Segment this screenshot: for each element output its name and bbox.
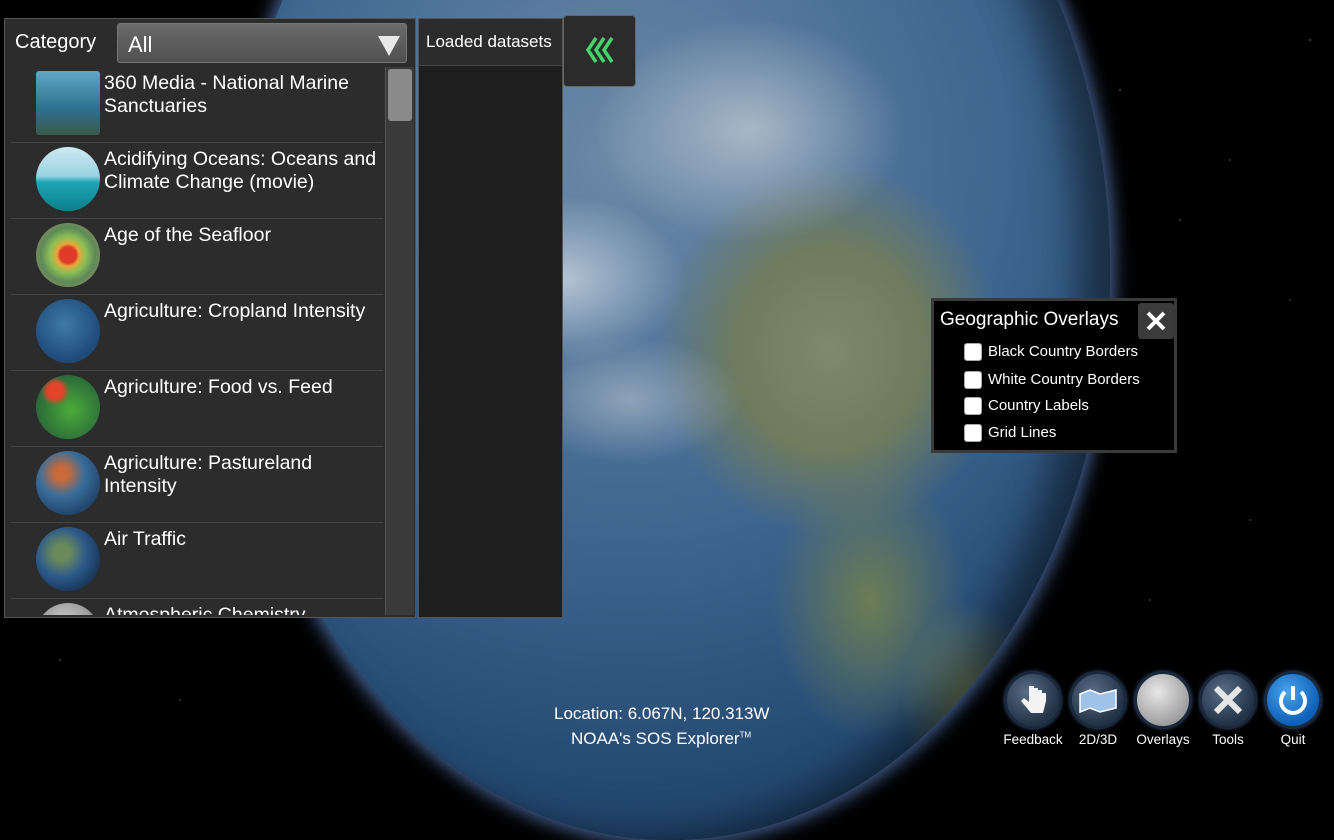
toolbar-label: Feedback — [1003, 732, 1063, 747]
dataset-item[interactable]: 360 Media - National Marine Sanctuaries — [11, 67, 383, 143]
checkbox[interactable] — [964, 397, 982, 415]
seafloor-age-thumbnail — [36, 223, 100, 287]
checkbox[interactable] — [964, 424, 982, 442]
dataset-title: Air Traffic — [104, 528, 186, 550]
overlay-option-label: Black Country Borders — [988, 343, 1139, 360]
dataset-title: Age of the Seafloor — [104, 224, 271, 246]
atmospheric-thumbnail — [36, 603, 100, 615]
loaded-datasets-header: Loaded datasets — [419, 19, 562, 66]
scrollbar-thumb[interactable] — [388, 69, 412, 121]
dataset-list-scrollbar[interactable] — [385, 67, 414, 615]
collapse-panel-button[interactable] — [563, 15, 636, 87]
dataset-title: Atmospheric Chemistry — [104, 604, 306, 615]
overlay-option-label: Country Labels — [988, 397, 1089, 414]
checkbox[interactable] — [964, 371, 982, 389]
food-feed-thumbnail — [36, 375, 100, 439]
dataset-title: 360 Media - National Marine Sanctuaries — [104, 72, 349, 117]
overlays-button[interactable]: Overlays — [1132, 672, 1194, 747]
cropland-thumbnail — [36, 299, 100, 363]
power-icon — [1265, 672, 1321, 728]
toolbar-label: Tools — [1212, 732, 1244, 747]
close-button[interactable] — [1138, 303, 1174, 339]
chevrons-left-icon — [585, 37, 614, 63]
dataset-item[interactable]: Agriculture: Pastureland Intensity — [11, 447, 383, 523]
air-traffic-thumbnail — [36, 527, 100, 591]
category-label: Category — [15, 31, 97, 53]
map-fold-icon — [1070, 672, 1126, 728]
dataset-item[interactable]: Acidifying Oceans: Oceans and Climate Ch… — [11, 143, 383, 219]
loaded-datasets-panel: Loaded datasets — [418, 18, 563, 618]
dataset-item[interactable]: Air Traffic — [11, 523, 383, 599]
geographic-overlays-panel: Geographic Overlays Black Country Border… — [931, 298, 1177, 453]
globe-overlay-icon — [1135, 672, 1191, 728]
ocean-ship-thumbnail — [36, 147, 100, 211]
feedback-button[interactable]: Feedback — [1002, 672, 1064, 747]
close-icon — [1146, 311, 1166, 331]
location-readout: Location: 6.067N, 120.313W — [554, 704, 770, 723]
dataset-title: Acidifying Oceans: Oceans and Climate Ch… — [104, 148, 377, 193]
dataset-title: Agriculture: Pastureland Intensity — [104, 452, 313, 497]
toolbar-label: 2D/3D — [1078, 732, 1118, 747]
dataset-browser-panel: Category All 360 Media - National Marine… — [4, 18, 416, 618]
app-name-text: NOAA's SOS Explorer — [571, 729, 740, 748]
pastureland-thumbnail — [36, 451, 100, 515]
dataset-title: Agriculture: Cropland Intensity — [104, 300, 366, 322]
2d-3d-button[interactable]: 2D/3D — [1067, 672, 1129, 747]
overlays-title: Geographic Overlays — [940, 309, 1119, 330]
overlay-option-label: White Country Borders — [988, 371, 1140, 388]
hand-pointer-icon — [1005, 672, 1061, 728]
dataset-item[interactable]: Age of the Seafloor — [11, 219, 383, 295]
toolbar-label: Quit — [1280, 732, 1306, 747]
trademark-symbol: TM — [739, 730, 752, 740]
tools-button[interactable]: Tools — [1197, 672, 1259, 747]
checkbox[interactable] — [964, 343, 982, 361]
dataset-item[interactable]: Agriculture: Food vs. Feed — [11, 371, 383, 447]
dataset-list[interactable]: 360 Media - National Marine Sanctuaries … — [11, 67, 383, 615]
quit-button[interactable]: Quit — [1262, 672, 1324, 747]
dataset-item[interactable]: Atmospheric Chemistry — [11, 599, 383, 615]
app-name: NOAA's SOS ExplorerTM — [571, 729, 751, 749]
category-dropdown[interactable]: All — [117, 23, 407, 63]
underwater-statue-thumbnail — [36, 71, 100, 135]
category-selected-value: All — [128, 32, 153, 57]
overlay-option-label: Grid Lines — [988, 424, 1057, 441]
dataset-title: Agriculture: Food vs. Feed — [104, 376, 333, 398]
toolbar-label: Overlays — [1136, 732, 1190, 747]
dataset-item[interactable]: Agriculture: Cropland Intensity — [11, 295, 383, 371]
dropdown-arrow-icon — [378, 36, 400, 56]
tools-icon — [1200, 672, 1256, 728]
